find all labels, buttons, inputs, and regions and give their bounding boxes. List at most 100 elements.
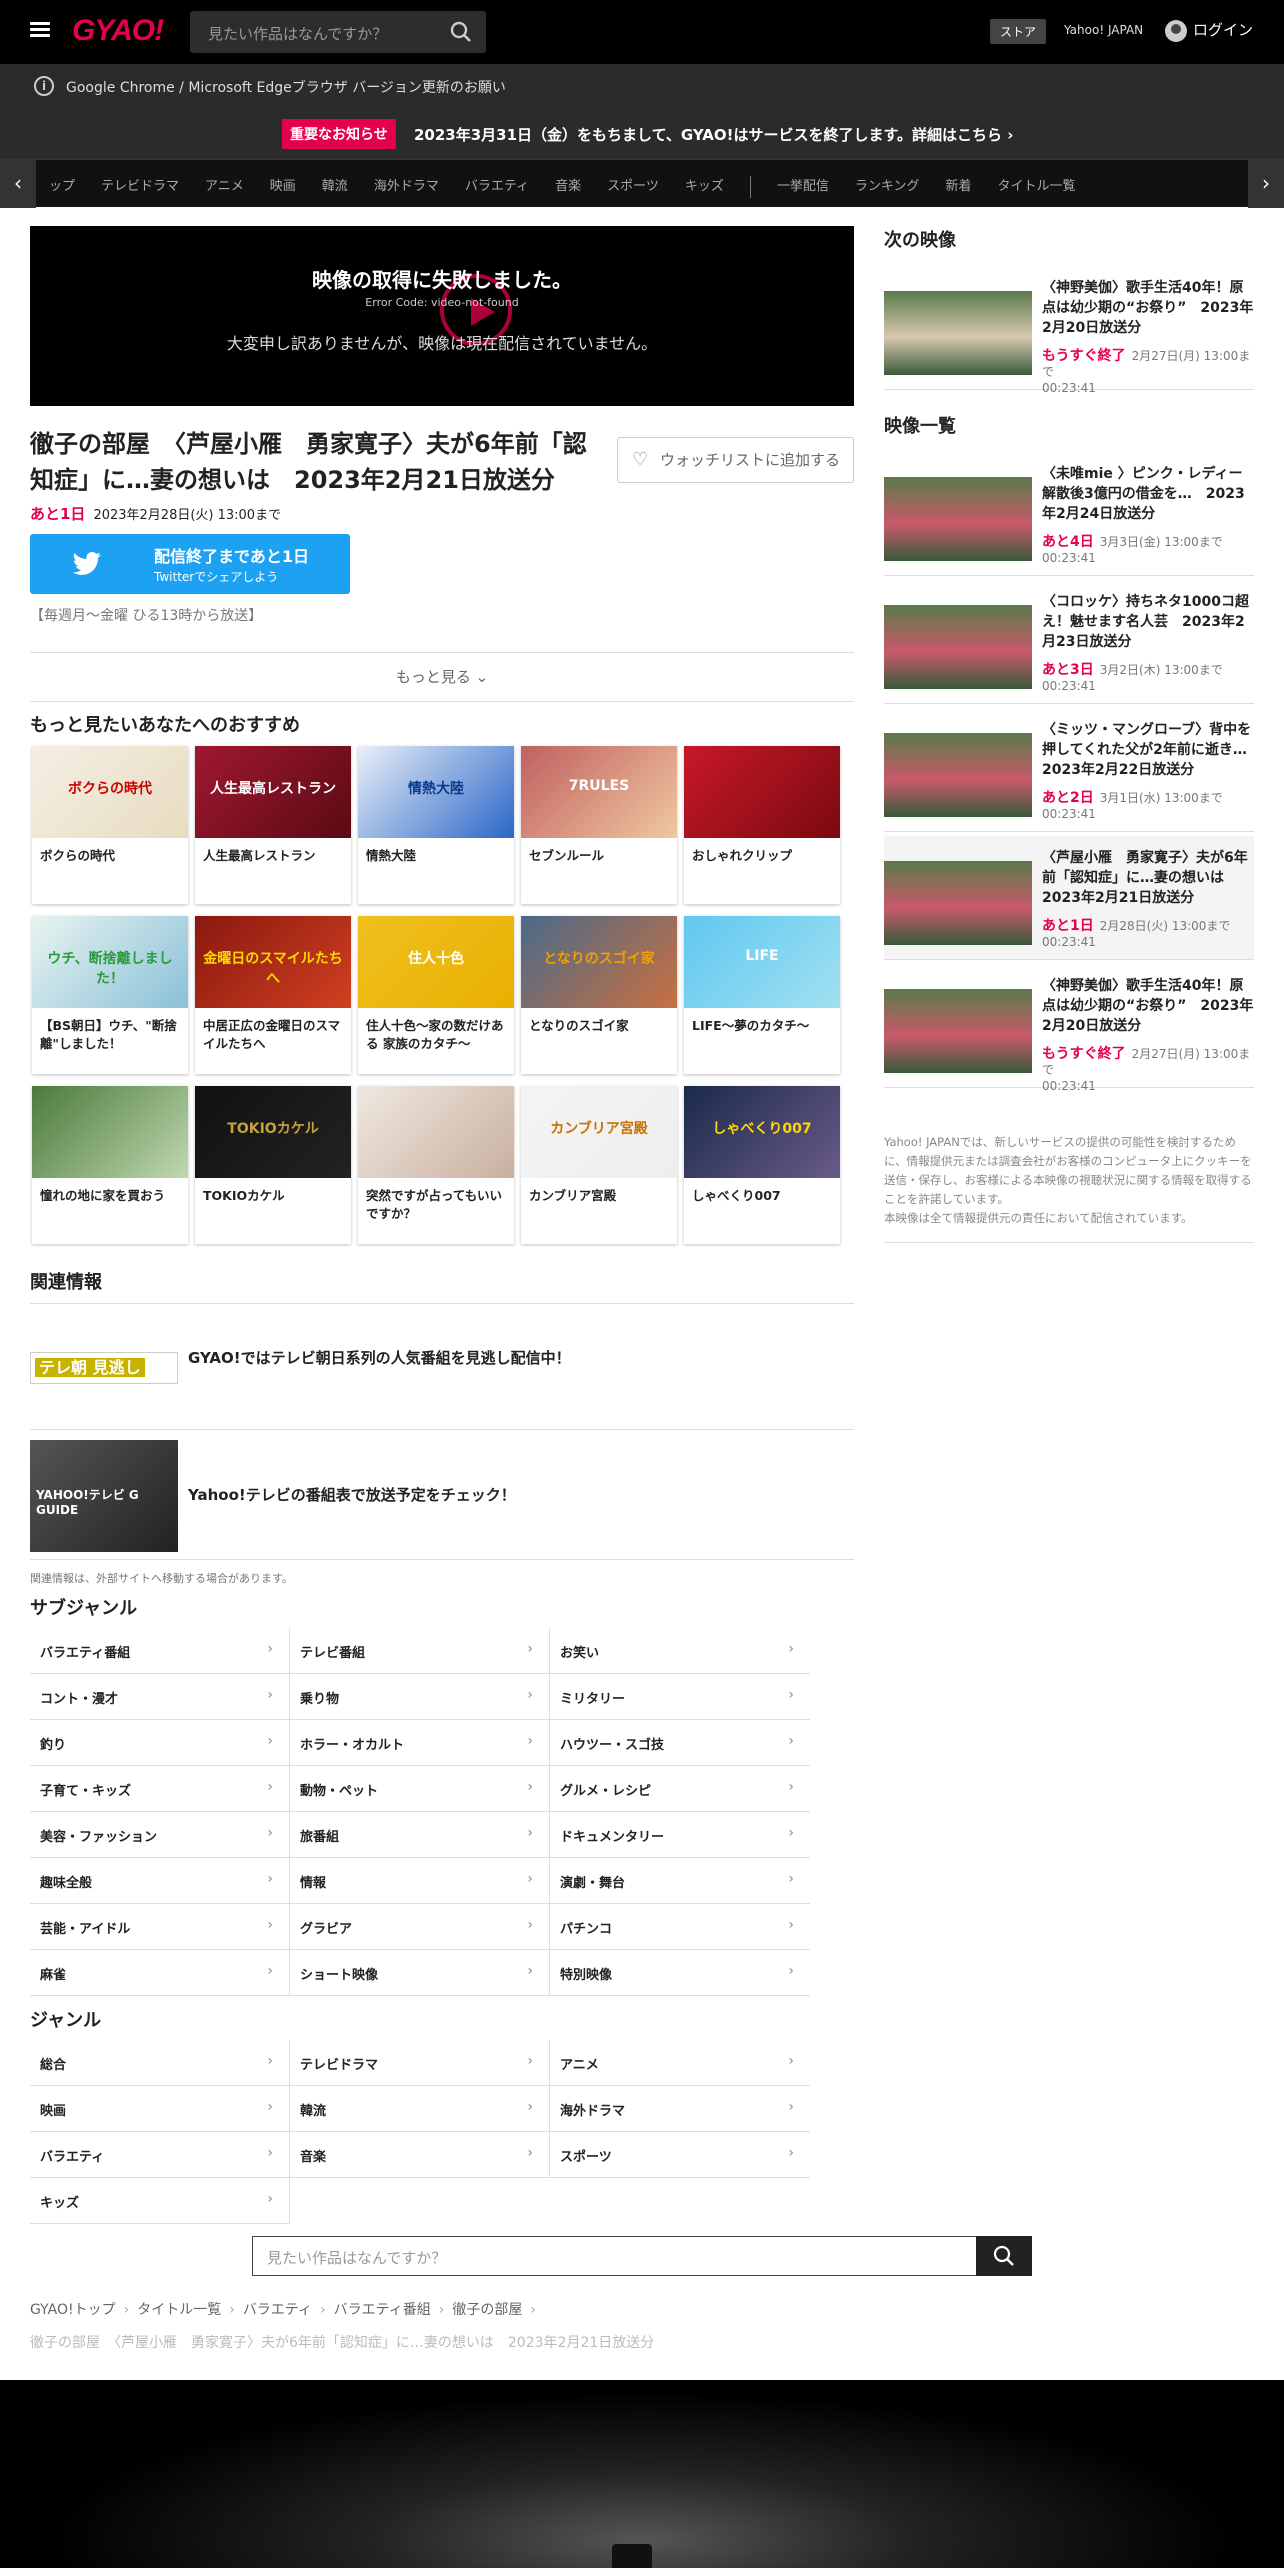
bottom-search-button[interactable] (976, 2236, 1032, 2276)
recommend-card[interactable]: 住人十色 住人十色～家の数だけある 家族のカタチ～ (358, 916, 514, 1074)
more-button[interactable]: もっと見る ⌄ (30, 652, 854, 702)
category-link[interactable]: テレビドラマ (101, 179, 179, 194)
video-list-item[interactable]: 〈ミッツ・マングローブ〉背中を押してくれた父が2年前に逝き… 2023年2月22… (884, 708, 1261, 832)
genre-link[interactable]: 麻雀 › (30, 1950, 290, 1996)
yahoo-japan-link[interactable]: Yahoo! JAPAN (1064, 23, 1143, 37)
genre-link[interactable]: 演劇・舞台 › (550, 1858, 810, 1904)
recommend-card[interactable]: 情熱大陸 情熱大陸 (358, 746, 514, 904)
store-link[interactable]: ストア (990, 19, 1047, 44)
category-link[interactable]: 音楽 (555, 179, 581, 194)
category-link[interactable]: タイトル一覧 (998, 179, 1076, 194)
genre-link[interactable]: ホラー・オカルト › (290, 1720, 550, 1766)
bottom-search-input[interactable]: 見たい作品はなんですか？ (252, 2236, 1032, 2276)
genre-link[interactable]: 情報 › (290, 1858, 550, 1904)
bottom-search-placeholder: 見たい作品はなんですか？ (267, 2249, 447, 2267)
genre-link[interactable]: アニメ › (550, 2040, 810, 2086)
genre-link[interactable]: バラエティ › (30, 2132, 290, 2178)
category-link[interactable]: ップ (49, 179, 75, 194)
important-badge: 重要なお知らせ (282, 119, 396, 149)
genre-link[interactable]: グラビア › (290, 1904, 550, 1950)
menu-icon[interactable] (30, 22, 50, 38)
genre-link[interactable]: 乗り物 › (290, 1674, 550, 1720)
breadcrumb-link[interactable]: タイトル一覧 (137, 2302, 221, 2318)
twitter-share-button[interactable]: 配信終了まであと1日 Twitterでシェアしよう (30, 534, 350, 594)
genre-link[interactable]: 総合 › (30, 2040, 290, 2086)
recommend-card[interactable]: TOKIOカケル TOKIOカケル (195, 1086, 351, 1244)
genre-link[interactable]: 韓流 › (290, 2086, 550, 2132)
genre-link[interactable]: パチンコ › (550, 1904, 810, 1950)
category-link[interactable]: 韓流 (322, 179, 348, 194)
category-link[interactable]: 一挙配信 (777, 179, 829, 194)
chevron-right-icon: › (527, 1687, 533, 1703)
genre-link[interactable]: バラエティ番組 › (30, 1628, 290, 1674)
related-item-yahoo-tv[interactable]: YAHOO!テレビ G GUIDE Yahoo!テレビの番組表で放送予定をチェッ… (30, 1440, 854, 1560)
genre-link[interactable]: 子育て・キッズ › (30, 1766, 290, 1812)
related-item-teleasa[interactable]: テレ朝 見逃し GYAO!ではテレビ朝日系列の人気番組を見逃し配信中！ (30, 1336, 854, 1430)
video-list-item[interactable]: 〈芦屋小雁 勇家寛子〉夫が6年前「認知症」に…妻の想いは 2023年2月21日放… (884, 836, 1254, 960)
recommend-card[interactable]: LIFE LIFE～夢のカタチ～ (684, 916, 840, 1074)
category-link[interactable]: キッズ (685, 179, 724, 194)
category-link[interactable]: ランキング (855, 179, 920, 194)
search-icon[interactable] (450, 21, 472, 43)
gyao-logo[interactable]: GYAO! (72, 14, 164, 48)
recommend-card[interactable]: おしゃれクリップ (684, 746, 840, 904)
recommend-card[interactable]: 人生最高レストラン 人生最高レストラン (195, 746, 351, 904)
category-link[interactable]: 映画 (270, 179, 296, 194)
nav-left-arrow-icon[interactable]: ‹ (0, 160, 36, 208)
category-link[interactable]: 新着 (945, 179, 971, 194)
genre-link[interactable]: 海外ドラマ › (550, 2086, 810, 2132)
breadcrumb-link[interactable]: GYAO!トップ (30, 2302, 116, 2318)
chevron-right-icon: › (438, 2302, 445, 2318)
recommend-card[interactable]: ウチ、断捨離しました！ 【BS朝日】ウチ、"断捨離"しました！ (32, 916, 188, 1074)
genre-link[interactable]: ショート映像 › (290, 1950, 550, 1996)
recommend-card[interactable]: となりのスゴイ家 となりのスゴイ家 (521, 916, 677, 1074)
category-link[interactable]: 海外ドラマ (374, 179, 439, 194)
chevron-right-icon: › (527, 2099, 533, 2115)
nav-right-arrow-icon[interactable]: › (1248, 160, 1284, 208)
search-input[interactable]: 見たい作品はなんですか？ (190, 11, 486, 53)
genre-link[interactable]: 趣味全般 › (30, 1858, 290, 1904)
category-link[interactable]: スポーツ (607, 179, 659, 194)
breadcrumb-link[interactable]: 徹子の部屋 (452, 2302, 522, 2318)
genre-link[interactable]: スポーツ › (550, 2132, 810, 2178)
browser-notice[interactable]: i Google Chrome / Microsoft Edgeブラウザ バージ… (0, 64, 1284, 109)
video-list-item[interactable]: 〈神野美伽〉歌手生活40年！原点は幼少期の“お祭り” 2023年2月20日放送分… (884, 964, 1254, 1093)
service-end-notice[interactable]: 重要なお知らせ 2023年3月31日（金）をもちまして、GYAO!はサービスを終… (0, 109, 1284, 159)
genre-link[interactable]: 映画 › (30, 2086, 290, 2132)
breadcrumb-link[interactable]: バラエティ番組 (334, 2302, 431, 2318)
category-link[interactable]: バラエティ (465, 179, 529, 194)
video-player[interactable]: 映像の取得に失敗しました。 Error Code: video-not-foun… (30, 226, 854, 406)
genre-link[interactable]: 芸能・アイドル › (30, 1904, 290, 1950)
genre-link[interactable]: 特別映像 › (550, 1950, 810, 1996)
recommend-card[interactable]: しゃべくり007 しゃべくり007 (684, 1086, 840, 1244)
watchlist-button[interactable]: ♡ ウォッチリストに追加する (617, 437, 854, 483)
genre-link[interactable]: 動物・ペット › (290, 1766, 550, 1812)
genre-link[interactable]: ミリタリー › (550, 1674, 810, 1720)
genre-link[interactable]: 旅番組 › (290, 1812, 550, 1858)
genre-link[interactable]: キッズ › (30, 2178, 290, 2224)
genre-link[interactable]: テレビドラマ › (290, 2040, 550, 2086)
breadcrumb-link[interactable]: バラエティ (243, 2302, 312, 2318)
genre-link[interactable]: グルメ・レシピ › (550, 1766, 810, 1812)
genre-link[interactable]: テレビ番組 › (290, 1628, 550, 1674)
video-list-item[interactable]: 〈コロッケ〉持ちネタ1000コ超え！魅せます名人芸 2023年2月23日放送分あ… (884, 580, 1254, 704)
recommend-card[interactable]: カンブリア宮殿 カンブリア宮殿 (521, 1086, 677, 1244)
recommend-card[interactable]: 金曜日のスマイルたちへ 中居正広の金曜日のスマイルたちへ (195, 916, 351, 1074)
login-link[interactable]: ログイン (1165, 19, 1253, 42)
recommend-card[interactable]: ボクらの時代 ボクらの時代 (32, 746, 188, 904)
genre-label: ミリタリー (560, 1692, 626, 1707)
genre-link[interactable]: お笑い › (550, 1628, 810, 1674)
category-link[interactable]: アニメ (205, 179, 244, 194)
genre-link[interactable]: ドキュメンタリー › (550, 1812, 810, 1858)
recommend-card[interactable]: 突然ですが占ってもいいですか？ (358, 1086, 514, 1244)
scroll-top-button[interactable] (612, 2544, 652, 2568)
video-list-item[interactable]: 〈未唯mie 〉ピンク・レディー解散後3億円の借金を… 2023年2月24日放送… (884, 452, 1254, 576)
genre-link[interactable]: ハウツー・スゴ技 › (550, 1720, 810, 1766)
next-video-item[interactable]: 〈神野美伽〉歌手生活40年！原点は幼少期の“お祭り” 2023年2月20日放送分… (884, 266, 1254, 395)
genre-link[interactable]: 釣り › (30, 1720, 290, 1766)
genre-link[interactable]: 美容・ファッション › (30, 1812, 290, 1858)
genre-link[interactable]: 音楽 › (290, 2132, 550, 2178)
genre-link[interactable]: コント・漫才 › (30, 1674, 290, 1720)
recommend-card[interactable]: 憧れの地に家を買おう (32, 1086, 188, 1244)
recommend-card[interactable]: 7RULES セブンルール (521, 746, 677, 904)
